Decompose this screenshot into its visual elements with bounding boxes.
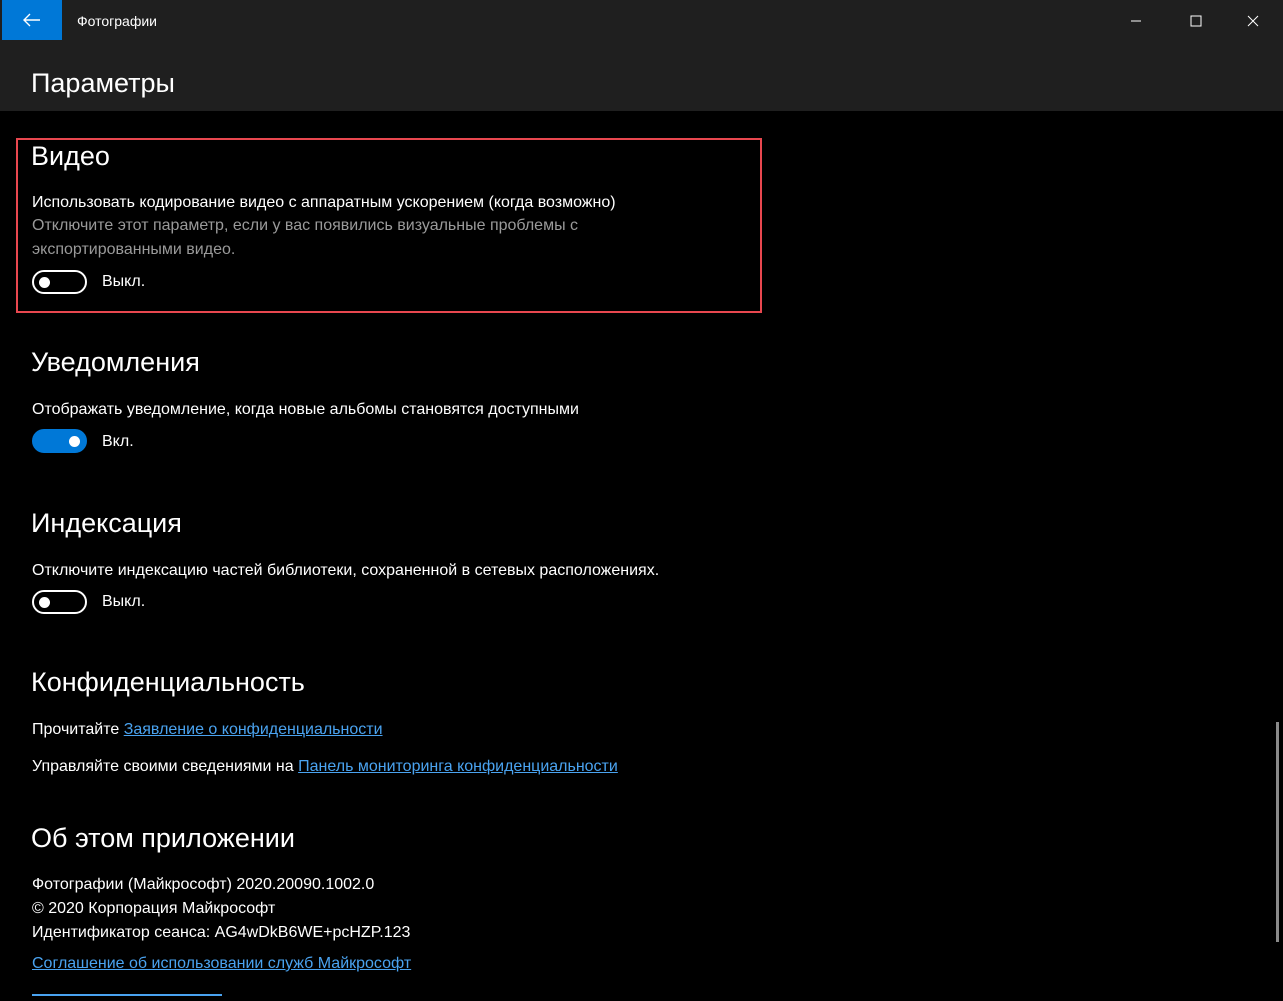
privacy-statement-link[interactable]: Заявление о конфиденциальности <box>124 721 383 738</box>
maximize-button[interactable] <box>1166 0 1226 42</box>
minimize-icon <box>1131 20 1141 22</box>
clipped-link[interactable] <box>32 986 222 1000</box>
about-section-title: Об этом приложении <box>31 823 295 853</box>
toggle-knob <box>39 277 50 288</box>
page-title: Параметры <box>31 68 175 98</box>
network-indexing-toggle-state: Выкл. <box>102 593 146 610</box>
new-albums-toggle-state: Вкл. <box>102 433 134 450</box>
privacy-dashboard-line: Управляйте своими сведениями на Панель м… <box>32 758 618 776</box>
new-albums-setting-label: Отображать уведомление, когда новые альб… <box>32 401 579 418</box>
network-indexing-setting-label: Отключите индексацию частей библиотеки, … <box>32 562 660 579</box>
network-indexing-toggle[interactable] <box>32 590 87 614</box>
indexing-section-title: Индексация <box>31 508 182 538</box>
privacy-manage-prefix: Управляйте своими сведениями на <box>32 758 294 775</box>
minimize-button[interactable] <box>1106 0 1166 42</box>
back-arrow-icon <box>23 13 40 27</box>
session-id: Идентификатор сеанса: AG4wDkB6WE+pcHZP.1… <box>32 924 411 941</box>
privacy-statement-line: Прочитайте Заявление о конфиденциальност… <box>32 721 383 739</box>
new-albums-toggle[interactable] <box>32 429 87 453</box>
hw-encoding-toggle-state: Выкл. <box>102 273 146 290</box>
services-agreement-link[interactable]: Соглашение об использовании служб Майкро… <box>32 955 411 972</box>
app-version: Фотографии (Майкрософт) 2020.20090.1002.… <box>32 876 375 893</box>
photos-settings-window: Фотографии Параметры Видео Использовать … <box>0 0 1283 1001</box>
close-icon <box>1247 15 1259 27</box>
toggle-knob <box>69 436 80 447</box>
hw-encoding-setting-label: Использовать кодирование видео с аппарат… <box>32 194 616 211</box>
title-bar: Фотографии <box>0 0 1283 42</box>
privacy-read-prefix: Прочитайте <box>32 721 120 738</box>
toggle-knob <box>39 597 50 608</box>
copyright-text: © 2020 Корпорация Майкрософт <box>32 900 276 917</box>
page-header: Параметры <box>0 42 1283 111</box>
video-section-title: Видео <box>31 141 110 171</box>
privacy-dashboard-link[interactable]: Панель мониторинга конфиденциальности <box>298 758 618 775</box>
hw-encoding-toggle[interactable] <box>32 270 87 294</box>
hw-encoding-hint: Отключите этот параметр, если у вас появ… <box>32 217 579 258</box>
notifications-section-title: Уведомления <box>31 347 200 377</box>
privacy-section-title: Конфиденциальность <box>31 667 305 697</box>
maximize-icon <box>1190 15 1202 27</box>
services-agreement-line: Соглашение об использовании служб Майкро… <box>32 955 411 973</box>
scrollbar-thumb[interactable] <box>1276 722 1279 942</box>
back-button[interactable] <box>2 0 62 40</box>
close-button[interactable] <box>1223 0 1283 42</box>
app-title: Фотографии <box>77 13 158 29</box>
